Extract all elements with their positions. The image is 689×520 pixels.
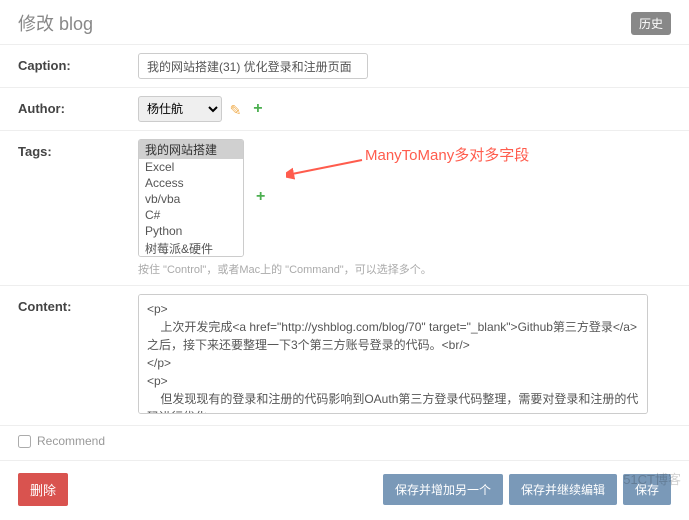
tags-multiselect[interactable]: 我的网站搭建ExcelAccessvb/vbaC#Python树莓派&硬件Dja… — [138, 139, 244, 257]
recommend-checkbox[interactable] — [18, 435, 31, 448]
tag-option[interactable]: Access — [139, 175, 243, 191]
save-add-another-button[interactable]: 保存并增加另一个 — [383, 474, 503, 505]
tag-option[interactable]: 我的网站搭建 — [139, 140, 243, 159]
caption-label: Caption: — [18, 53, 138, 73]
page-title: 修改 blog — [18, 10, 93, 36]
tags-helptext: 按住 "Control"，或者Mac上的 "Command"，可以选择多个。 — [138, 261, 671, 277]
tag-option[interactable]: Excel — [139, 159, 243, 175]
tag-option[interactable]: vb/vba — [139, 191, 243, 207]
tag-option[interactable]: 树莓派&硬件 — [139, 239, 243, 257]
caption-input[interactable] — [138, 53, 368, 79]
edit-icon[interactable]: ✎ — [230, 102, 246, 118]
history-button[interactable]: 历史 — [631, 12, 671, 35]
tag-option[interactable]: Python — [139, 223, 243, 239]
add-tag-icon[interactable]: + — [256, 190, 272, 206]
content-label: Content: — [18, 294, 138, 314]
save-button[interactable]: 保存 — [623, 474, 671, 505]
tags-label: Tags: — [18, 139, 138, 159]
delete-button[interactable]: 删除 — [18, 473, 68, 506]
save-continue-button[interactable]: 保存并继续编辑 — [509, 474, 617, 505]
author-select[interactable]: 杨仕航 — [138, 96, 222, 122]
add-icon[interactable]: + — [253, 102, 269, 118]
recommend-label: Recommend — [37, 434, 105, 448]
tag-option[interactable]: C# — [139, 207, 243, 223]
content-textarea[interactable] — [138, 294, 648, 414]
author-label: Author: — [18, 96, 138, 116]
